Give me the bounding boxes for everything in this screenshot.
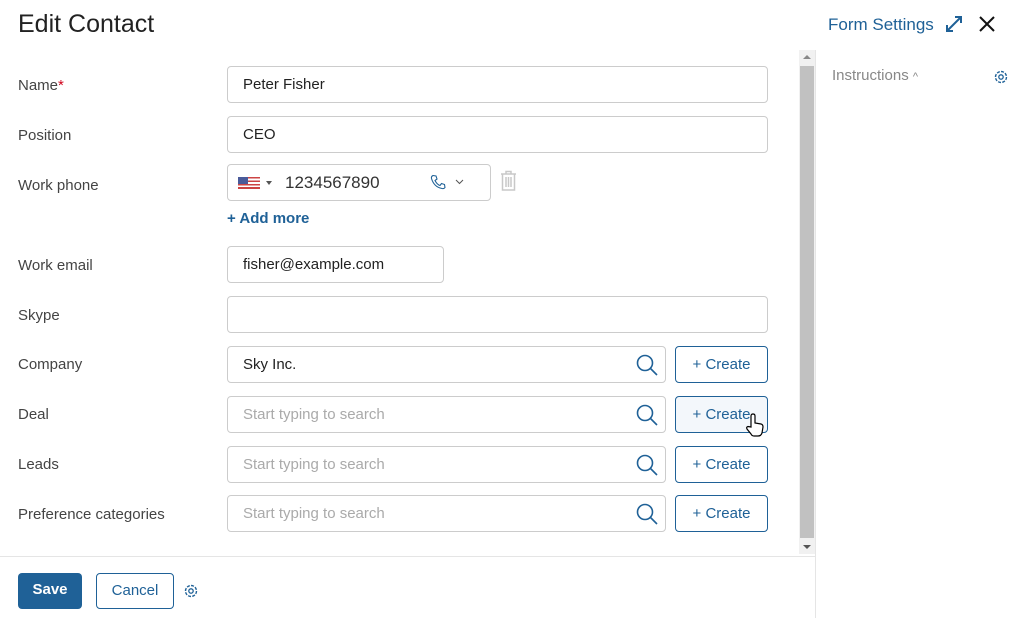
create-pref-button[interactable]: + Create bbox=[675, 495, 768, 532]
panel-divider bbox=[815, 50, 816, 618]
leads-label: Leads bbox=[18, 456, 59, 473]
pref-placeholder: Start typing to search bbox=[243, 505, 385, 522]
create-company-button[interactable]: + Create bbox=[675, 346, 768, 383]
phone-label: Work phone bbox=[18, 177, 99, 194]
position-label: Position bbox=[18, 127, 72, 144]
email-label: Work email bbox=[18, 257, 93, 274]
company-label: Company bbox=[18, 356, 83, 373]
trash-icon[interactable] bbox=[499, 170, 518, 192]
phone-field[interactable]: 1234567890 bbox=[227, 164, 491, 201]
position-input[interactable]: CEO bbox=[227, 116, 768, 153]
pref-input[interactable]: Start typing to search bbox=[227, 495, 666, 532]
leads-input[interactable]: Start typing to search bbox=[227, 446, 666, 483]
search-icon[interactable] bbox=[635, 353, 659, 377]
gear-icon[interactable] bbox=[993, 69, 1009, 85]
hand-cursor-icon bbox=[746, 413, 764, 437]
email-input[interactable]: fisher@example.com bbox=[227, 246, 444, 283]
company-input[interactable]: Sky Inc. bbox=[227, 346, 666, 383]
cancel-button[interactable]: Cancel bbox=[96, 573, 174, 609]
leads-placeholder: Start typing to search bbox=[243, 456, 385, 473]
name-label: Name* bbox=[18, 77, 64, 94]
instructions-label: Instructions bbox=[832, 67, 909, 84]
chevron-down-icon[interactable] bbox=[455, 179, 464, 185]
save-button[interactable]: Save bbox=[18, 573, 82, 609]
deal-placeholder: Start typing to search bbox=[243, 406, 385, 423]
search-icon[interactable] bbox=[635, 403, 659, 427]
expand-icon[interactable] bbox=[944, 14, 964, 34]
phone-input[interactable]: 1234567890 bbox=[285, 165, 380, 200]
phone-icon[interactable] bbox=[430, 174, 446, 190]
us-flag-icon[interactable] bbox=[238, 177, 260, 189]
deal-label: Deal bbox=[18, 406, 49, 423]
skype-input[interactable] bbox=[227, 296, 768, 333]
name-input[interactable]: Peter Fisher bbox=[227, 66, 768, 103]
create-lead-button[interactable]: + Create bbox=[675, 446, 768, 483]
gear-icon[interactable] bbox=[183, 583, 199, 599]
close-icon[interactable] bbox=[977, 14, 997, 34]
page-title: Edit Contact bbox=[18, 10, 155, 38]
form-settings-link[interactable]: Form Settings bbox=[828, 15, 934, 35]
company-value: Sky Inc. bbox=[243, 356, 297, 373]
footer-divider bbox=[0, 556, 815, 557]
deal-input[interactable]: Start typing to search bbox=[227, 396, 666, 433]
instructions-toggle[interactable]: Instructions ^ bbox=[832, 67, 918, 84]
scrollbar-thumb[interactable] bbox=[800, 66, 814, 538]
add-more-link[interactable]: + Add more bbox=[227, 210, 309, 227]
skype-label: Skype bbox=[18, 307, 60, 324]
search-icon[interactable] bbox=[635, 502, 659, 526]
pref-label: Preference categories bbox=[18, 506, 165, 523]
search-icon[interactable] bbox=[635, 453, 659, 477]
scrollbar[interactable] bbox=[799, 50, 815, 554]
caret-down-icon[interactable] bbox=[266, 181, 272, 188]
